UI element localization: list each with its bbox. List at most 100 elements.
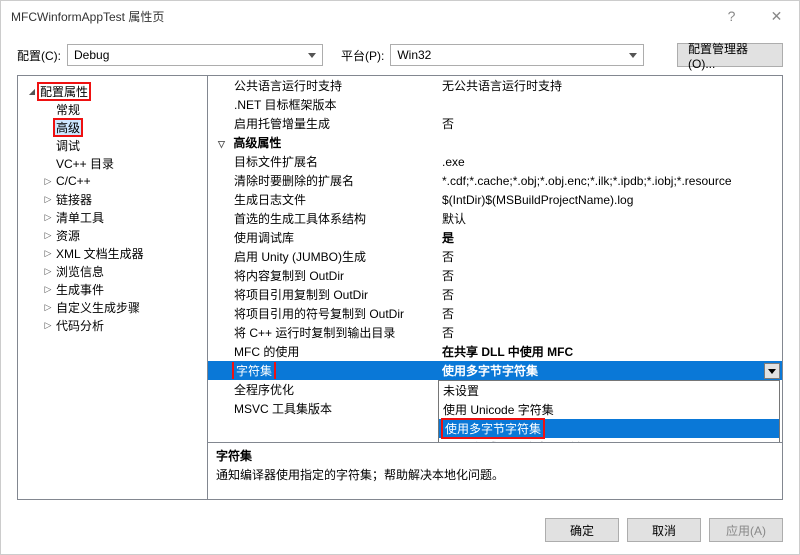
tree-item[interactable]: 常规 bbox=[22, 100, 203, 118]
grid-row[interactable]: MFC 的使用在共享 DLL 中使用 MFC bbox=[208, 342, 782, 361]
grid-value: 是 bbox=[438, 229, 782, 246]
grid-key: 生成日志文件 bbox=[208, 191, 438, 208]
grid-key: 将项目引用的符号复制到 OutDir bbox=[208, 305, 438, 322]
grid-row[interactable]: 将项目引用复制到 OutDir否 bbox=[208, 285, 782, 304]
grid-key: 将内容复制到 OutDir bbox=[208, 267, 438, 284]
chevron-right-icon[interactable] bbox=[42, 266, 54, 277]
grid-row[interactable]: 将 C++ 运行时复制到输出目录否 bbox=[208, 323, 782, 342]
tree-item[interactable]: VC++ 目录 bbox=[22, 154, 203, 172]
tree-item[interactable]: 高级 bbox=[22, 118, 203, 136]
grid-row[interactable]: 启用 Unity (JUMBO)生成否 bbox=[208, 247, 782, 266]
tree-root[interactable]: 配置属性 bbox=[22, 82, 203, 100]
cancel-button[interactable]: 取消 bbox=[627, 518, 701, 542]
tree-item[interactable]: 链接器 bbox=[22, 190, 203, 208]
chevron-right-icon[interactable] bbox=[42, 230, 54, 241]
grid-value: 默认 bbox=[438, 210, 782, 227]
chevron-right-icon[interactable] bbox=[42, 284, 54, 295]
dropdown-option[interactable]: 使用 Unicode 字符集 bbox=[439, 400, 779, 419]
chevron-right-icon[interactable] bbox=[42, 176, 54, 187]
ok-button[interactable]: 确定 bbox=[545, 518, 619, 542]
tree-item[interactable]: C/C++ bbox=[22, 172, 203, 190]
tree-item[interactable]: 调试 bbox=[22, 136, 203, 154]
tree-item[interactable]: XML 文档生成器 bbox=[22, 244, 203, 262]
tree-item-label: 代码分析 bbox=[54, 317, 106, 334]
dropdown-arrow-icon[interactable] bbox=[764, 363, 780, 379]
tree-item[interactable]: 资源 bbox=[22, 226, 203, 244]
tree-item-label: 生成事件 bbox=[54, 281, 106, 298]
grid-value: $(IntDir)$(MSBuildProjectName).log bbox=[438, 193, 782, 207]
platform-combo[interactable]: Win32 bbox=[390, 44, 644, 66]
tree-item-label: 调试 bbox=[54, 137, 82, 154]
grid-row[interactable]: 将内容复制到 OutDir否 bbox=[208, 266, 782, 285]
tree-item[interactable]: 自定义生成步骤 bbox=[22, 298, 203, 316]
grid-row[interactable]: 公共语言运行时支持无公共语言运行时支持 bbox=[208, 76, 782, 95]
charset-dropdown[interactable]: 未设置使用 Unicode 字符集使用多字节字符集<从父级或项目默认设置继承> bbox=[438, 380, 780, 443]
desc-body: 通知编译器使用指定的字符集；帮助解决本地化问题。 bbox=[216, 466, 774, 483]
chevron-right-icon[interactable] bbox=[42, 302, 54, 313]
chevron-down-icon[interactable] bbox=[26, 86, 38, 97]
tree-item-label: C/C++ bbox=[54, 174, 93, 188]
grid-key: 启用 Unity (JUMBO)生成 bbox=[208, 248, 438, 265]
chevron-right-icon[interactable] bbox=[42, 194, 54, 205]
dropdown-option[interactable]: 使用多字节字符集 bbox=[439, 419, 779, 438]
grid-key: 启用托管增量生成 bbox=[208, 115, 438, 132]
platform-label: 平台(P): bbox=[341, 47, 384, 64]
grid-key: 将 C++ 运行时复制到输出目录 bbox=[208, 324, 438, 341]
tree-item[interactable]: 代码分析 bbox=[22, 316, 203, 334]
grid-key: MFC 的使用 bbox=[208, 343, 438, 360]
grid-key: 全程序优化 bbox=[208, 381, 438, 398]
tree-item-label: VC++ 目录 bbox=[54, 155, 116, 172]
nav-tree[interactable]: 配置属性 常规高级调试VC++ 目录 C/C++ 链接器清单工具资源XML 文档生成… bbox=[18, 76, 208, 499]
description-pane: 字符集 通知编译器使用指定的字符集；帮助解决本地化问题。 bbox=[208, 443, 782, 499]
grid-key: 使用调试库 bbox=[208, 229, 438, 246]
grid-row[interactable]: 生成日志文件$(IntDir)$(MSBuildProjectName).log bbox=[208, 190, 782, 209]
tree-item-label: 自定义生成步骤 bbox=[54, 299, 142, 316]
footer: 确定 取消 应用(A) bbox=[545, 518, 783, 542]
grid-key: 字符集 bbox=[208, 362, 438, 379]
tree-item-label: 高级 bbox=[54, 119, 82, 136]
grid-row[interactable]: 字符集使用多字节字符集 bbox=[208, 361, 782, 380]
tree-item-label: 链接器 bbox=[54, 191, 94, 208]
grid-value: 使用多字节字符集 bbox=[438, 362, 782, 379]
property-grid[interactable]: 公共语言运行时支持无公共语言运行时支持.NET 目标框架版本启用托管增量生成否▽… bbox=[208, 76, 782, 443]
tree-item[interactable]: 生成事件 bbox=[22, 280, 203, 298]
grid-group[interactable]: ▽ 高级属性 bbox=[208, 133, 782, 152]
grid-row[interactable]: 启用托管增量生成否 bbox=[208, 114, 782, 133]
config-manager-button[interactable]: 配置管理器(O)... bbox=[677, 43, 783, 67]
chevron-right-icon[interactable] bbox=[42, 320, 54, 331]
tree-item-label: 资源 bbox=[54, 227, 82, 244]
close-button[interactable]: ✕ bbox=[754, 1, 799, 31]
grid-value: *.cdf;*.cache;*.obj;*.obj.enc;*.ilk;*.ip… bbox=[438, 174, 782, 188]
grid-key: 首选的生成工具体系结构 bbox=[208, 210, 438, 227]
tree-item[interactable]: 浏览信息 bbox=[22, 262, 203, 280]
chevron-right-icon[interactable] bbox=[42, 248, 54, 259]
dropdown-option[interactable]: 未设置 bbox=[439, 381, 779, 400]
main-area: 配置属性 常规高级调试VC++ 目录 C/C++ 链接器清单工具资源XML 文档生成… bbox=[17, 75, 783, 500]
chevron-right-icon[interactable] bbox=[42, 212, 54, 223]
config-combo[interactable]: Debug bbox=[67, 44, 323, 66]
grid-value: 在共享 DLL 中使用 MFC bbox=[438, 343, 782, 360]
tree-root-label: 配置属性 bbox=[38, 83, 90, 100]
grid-row[interactable]: .NET 目标框架版本 bbox=[208, 95, 782, 114]
config-label: 配置(C): bbox=[17, 47, 61, 64]
tree-item-label: XML 文档生成器 bbox=[54, 245, 146, 262]
grid-row[interactable]: 清除时要删除的扩展名*.cdf;*.cache;*.obj;*.obj.enc;… bbox=[208, 171, 782, 190]
help-button[interactable]: ? bbox=[709, 1, 754, 31]
apply-button[interactable]: 应用(A) bbox=[709, 518, 783, 542]
dropdown-option[interactable]: <从父级或项目默认设置继承> bbox=[439, 438, 779, 443]
group-label: ▽ 高级属性 bbox=[208, 134, 438, 151]
desc-title: 字符集 bbox=[216, 447, 774, 464]
grid-value: 否 bbox=[438, 286, 782, 303]
titlebar: MFCWinformAppTest 属性页 ? ✕ bbox=[1, 1, 799, 31]
grid-row[interactable]: 目标文件扩展名.exe bbox=[208, 152, 782, 171]
grid-key: 公共语言运行时支持 bbox=[208, 77, 438, 94]
grid-row[interactable]: 首选的生成工具体系结构默认 bbox=[208, 209, 782, 228]
grid-value: 否 bbox=[438, 324, 782, 341]
grid-row[interactable]: 使用调试库是 bbox=[208, 228, 782, 247]
grid-row[interactable]: 将项目引用的符号复制到 OutDir否 bbox=[208, 304, 782, 323]
tree-item[interactable]: 清单工具 bbox=[22, 208, 203, 226]
tree-item-label: 浏览信息 bbox=[54, 263, 106, 280]
grid-value: .exe bbox=[438, 155, 782, 169]
grid-value: 无公共语言运行时支持 bbox=[438, 77, 782, 94]
grid-value: 否 bbox=[438, 267, 782, 284]
